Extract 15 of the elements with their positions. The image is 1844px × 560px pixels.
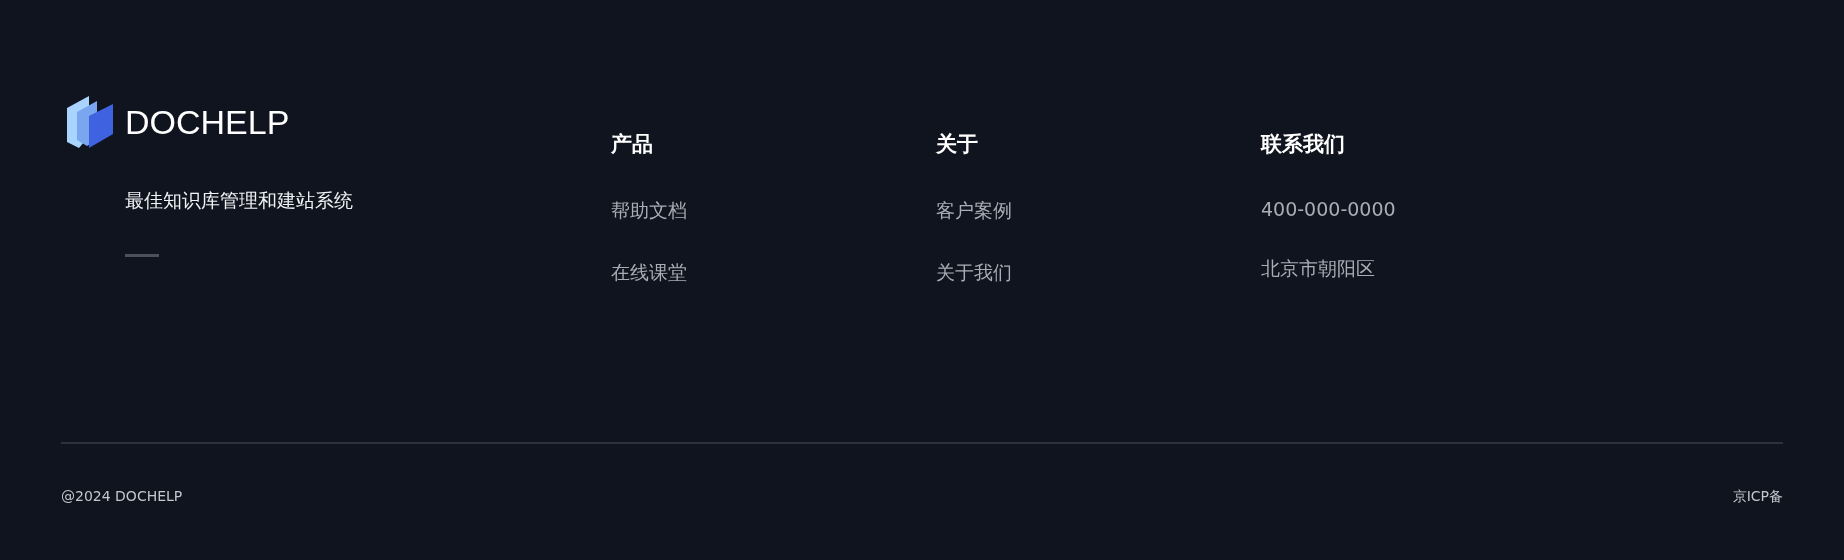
tagline: 最佳知识库管理和建站系统 [125,188,354,213]
footer-link[interactable]: 关于我们 [936,260,1012,286]
column-heading: 联系我们 [1261,131,1345,158]
footer-link[interactable]: 客户案例 [936,198,1012,224]
accent-dash [125,254,159,257]
column-heading: 关于 [936,131,978,158]
cube-logo-icon [67,96,113,148]
icp-link[interactable]: 京ICP备 [1732,488,1783,506]
footer-link[interactable]: 在线课堂 [611,260,687,286]
column-heading: 产品 [611,131,653,158]
footer-link[interactable]: 400-000-0000 [1261,198,1396,220]
brand-name: DOCHELP [125,102,290,142]
copyright-text: @2024 DOCHELP [61,488,183,506]
footer-link[interactable]: 帮助文档 [611,198,687,224]
footer-link[interactable]: 北京市朝阳区 [1261,256,1375,282]
